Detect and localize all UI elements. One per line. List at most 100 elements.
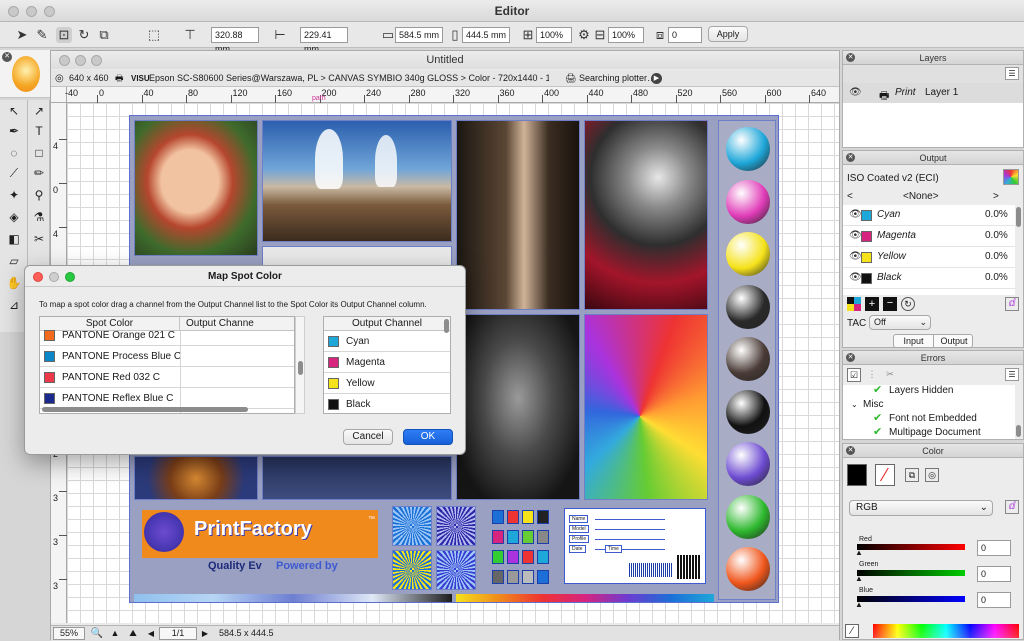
channel-row[interactable]: Cyan: [324, 331, 450, 352]
color-patch[interactable]: [492, 550, 504, 564]
expand-chevron-icon[interactable]: ⌄: [851, 400, 858, 409]
fill-tool-icon[interactable]: ◈: [4, 208, 24, 226]
play-icon[interactable]: ▶: [651, 73, 662, 84]
photo-old-man[interactable]: [456, 314, 580, 500]
sphere-swatch[interactable]: [726, 494, 770, 539]
color-patch[interactable]: [522, 530, 534, 544]
color-patch[interactable]: [507, 510, 519, 524]
channel-row[interactable]: Black: [324, 394, 450, 413]
zoom-level[interactable]: 55%: [53, 627, 85, 640]
scissors-tool-icon[interactable]: ✂: [29, 230, 49, 248]
layer-row[interactable]: 👁 🖶 Print Layer 1: [843, 83, 1023, 103]
channel-row[interactable]: Yellow: [324, 373, 450, 394]
printer-path[interactable]: Epson SC-S80600 Series@Warszawa, PL > CA…: [149, 70, 549, 87]
height-field[interactable]: 444.5 mm: [462, 27, 510, 43]
output-channel-row[interactable]: 👁 Yellow 0.0%: [843, 247, 1015, 268]
spectrum-strip[interactable]: [456, 594, 714, 602]
next-profile-icon[interactable]: >: [993, 191, 999, 202]
color-patch[interactable]: [522, 570, 534, 584]
horizontal-scrollbar[interactable]: [42, 407, 248, 412]
visibility-eye-icon[interactable]: 👁: [849, 87, 862, 98]
landscape-icon[interactable]: ⛰: [125, 627, 141, 640]
red-value-field[interactable]: 0: [977, 540, 1011, 556]
blend-tool-icon[interactable]: ⚗: [29, 208, 49, 226]
tree-icon[interactable]: ⋮: [865, 368, 879, 382]
apply-button[interactable]: Apply: [708, 26, 748, 42]
photo-woman-leaves[interactable]: [134, 120, 258, 256]
stamp-tool-icon[interactable]: ✦: [4, 186, 24, 204]
color-patch[interactable]: [507, 550, 519, 564]
pencil-tool-icon[interactable]: ✏: [29, 164, 49, 182]
spot-color-row[interactable]: PANTONE Process Blue C: [40, 346, 294, 367]
sphere-swatch[interactable]: [726, 547, 770, 591]
red-slider[interactable]: [857, 544, 965, 550]
photo-pencils[interactable]: [584, 314, 708, 500]
photo-dark-scene[interactable]: [262, 456, 452, 500]
vertical-scrollbar[interactable]: [298, 361, 303, 375]
color-patch[interactable]: [492, 510, 504, 524]
pattern-starburst[interactable]: [436, 550, 476, 590]
text-tool-icon[interactable]: T: [29, 122, 49, 140]
select-arrow-icon[interactable]: ➤: [14, 27, 30, 43]
pattern-starburst[interactable]: [436, 506, 476, 546]
color-patch[interactable]: [492, 570, 504, 584]
close-tools-icon[interactable]: ✕: [2, 52, 12, 62]
pen-icon[interactable]: ✎: [34, 27, 50, 43]
tools-icon[interactable]: ✂: [883, 368, 897, 382]
green-slider[interactable]: [857, 570, 965, 576]
color-patch[interactable]: [522, 510, 534, 524]
prev-page-icon[interactable]: ◀: [145, 627, 157, 640]
close-panel-icon[interactable]: ✕: [846, 353, 855, 362]
select-tool-icon[interactable]: ↖: [4, 102, 24, 120]
hand-tool-icon[interactable]: ✋: [4, 274, 24, 292]
output-channel-row[interactable]: 👁 Magenta 0.0%: [843, 226, 1015, 247]
fit-icon[interactable]: ▲: [107, 627, 123, 640]
eraser-tool-icon[interactable]: ▱: [4, 252, 24, 270]
remove-channel-icon[interactable]: −: [883, 297, 897, 311]
photo-strip[interactable]: [262, 246, 452, 266]
channel-list-header[interactable]: Output Channel: [324, 317, 450, 331]
error-item[interactable]: Font not Embedded: [889, 413, 977, 424]
output-channel-row[interactable]: 👁 Black 0.0%: [843, 268, 1015, 289]
sphere-swatch[interactable]: [726, 337, 770, 381]
color-mode-select[interactable]: RGB ⌄: [849, 500, 993, 516]
page-indicator[interactable]: 1/1: [159, 627, 197, 640]
photo-ornaments[interactable]: [134, 456, 258, 500]
prev-profile-icon[interactable]: <: [847, 191, 853, 202]
panel-menu-icon[interactable]: ☰: [1005, 67, 1019, 80]
swap-colors-icon[interactable]: ⧉: [905, 468, 919, 482]
color-patches[interactable]: [490, 506, 554, 590]
sphere-swatch[interactable]: [726, 179, 770, 224]
spot-color-row[interactable]: PANTONE Red 032 C: [40, 367, 294, 388]
no-stroke-icon[interactable]: ⁄: [875, 464, 895, 486]
lasso-tool-icon[interactable]: ◌: [4, 144, 24, 162]
color-patch[interactable]: [537, 530, 549, 544]
next-page-icon[interactable]: ▶: [199, 627, 211, 640]
channel-row[interactable]: Magenta: [324, 352, 450, 373]
scale-y-field[interactable]: 100%: [608, 27, 644, 43]
form-card[interactable]: Name Model Profile Date Time: [564, 508, 706, 584]
pattern-starburst[interactable]: [392, 506, 432, 546]
sphere-swatch[interactable]: [726, 127, 770, 171]
ok-button[interactable]: OK: [403, 429, 453, 445]
checklist-icon[interactable]: ☑: [847, 368, 861, 382]
bounding-box-icon[interactable]: ⬚: [146, 27, 162, 43]
close-panel-icon[interactable]: ✕: [846, 53, 855, 62]
y-position-field[interactable]: 229.41 mm: [300, 27, 348, 54]
photo-woman-sitting[interactable]: [456, 120, 580, 310]
dropper-tool-icon[interactable]: ⚲: [29, 186, 49, 204]
x-position-field[interactable]: 320.88 mm: [211, 27, 259, 54]
tab-input[interactable]: Input: [894, 335, 934, 347]
color-patch[interactable]: [492, 530, 504, 544]
curve-icon[interactable]: ⅆ: [1005, 297, 1019, 311]
transform-icon[interactable]: ⧉: [96, 27, 112, 43]
gradient-tool-icon[interactable]: ◧: [4, 230, 24, 248]
close-panel-icon[interactable]: ✕: [846, 446, 855, 455]
close-panel-icon[interactable]: ✕: [846, 153, 855, 162]
pattern-starburst[interactable]: [392, 550, 432, 590]
error-item[interactable]: Multipage Document: [889, 427, 981, 438]
slider-handle-icon[interactable]: ▲: [855, 548, 863, 557]
green-value-field[interactable]: 0: [977, 566, 1011, 582]
slider-handle-icon[interactable]: ▲: [855, 600, 863, 609]
sphere-swatch[interactable]: [726, 389, 770, 434]
